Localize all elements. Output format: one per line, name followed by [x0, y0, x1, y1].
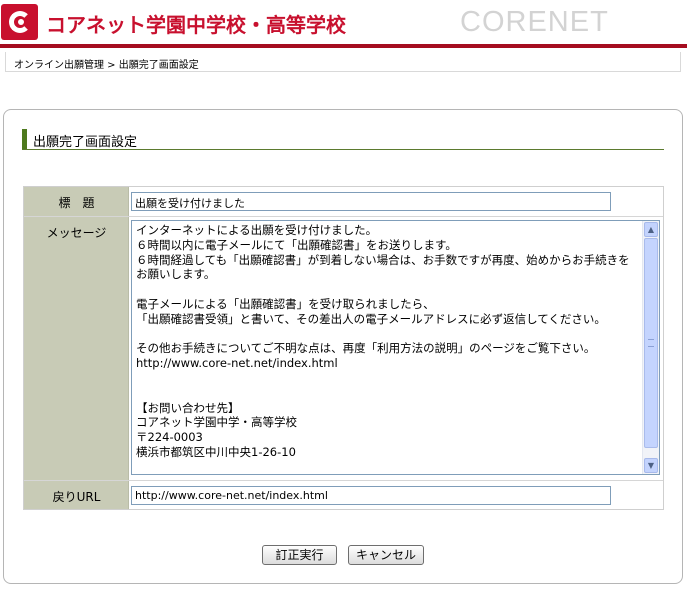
- title-input[interactable]: 出願を受け付けました: [131, 192, 611, 211]
- section-heading: 出願完了画面設定: [22, 128, 664, 150]
- settings-form: 標 題 出願を受け付けました メッセージ インターネットによる出願を受け付けまし…: [23, 186, 664, 510]
- brand-logo-text: CORENET: [460, 6, 609, 38]
- return-url-label: 戻りURL: [52, 490, 101, 504]
- header-divider: [0, 44, 687, 48]
- title-label: 標 題: [58, 196, 95, 210]
- return-url-row: 戻りURL http://www.core-net.net/index.html: [24, 481, 663, 509]
- cancel-button[interactable]: キャンセル: [348, 545, 424, 565]
- message-textarea[interactable]: インターネットによる出願を受け付けました。 ６時間以内に電子メールにて「出願確認…: [131, 220, 660, 475]
- title-row: 標 題 出願を受け付けました: [24, 187, 663, 217]
- breadcrumb-bar: オンライン出願管理 > 出願完了画面設定: [5, 52, 681, 72]
- submit-button[interactable]: 訂正実行: [262, 545, 337, 565]
- scroll-thumb[interactable]: [644, 238, 658, 448]
- message-scrollbar[interactable]: ▲ ▼: [642, 221, 659, 474]
- message-label-cell: メッセージ: [24, 217, 129, 481]
- return-url-label-cell: 戻りURL: [24, 481, 129, 509]
- breadcrumb: オンライン出願管理 > 出願完了画面設定: [14, 60, 199, 71]
- return-url-input[interactable]: http://www.core-net.net/index.html: [131, 486, 611, 505]
- school-name: コアネット学園中学校・高等学校: [46, 13, 346, 37]
- section-marker: [22, 129, 27, 149]
- page-header: コアネット学園中学校・高等学校 CORENET: [0, 0, 687, 44]
- page-title: 出願完了画面設定: [33, 135, 138, 150]
- message-label: メッセージ: [46, 226, 107, 240]
- message-text: インターネットによる出願を受け付けました。 ６時間以内に電子メールにて「出願確認…: [136, 223, 630, 459]
- scroll-down-icon[interactable]: ▼: [644, 458, 658, 473]
- title-label-cell: 標 題: [24, 187, 129, 217]
- corenet-logo-icon: [1, 4, 38, 40]
- scroll-up-icon[interactable]: ▲: [644, 222, 658, 237]
